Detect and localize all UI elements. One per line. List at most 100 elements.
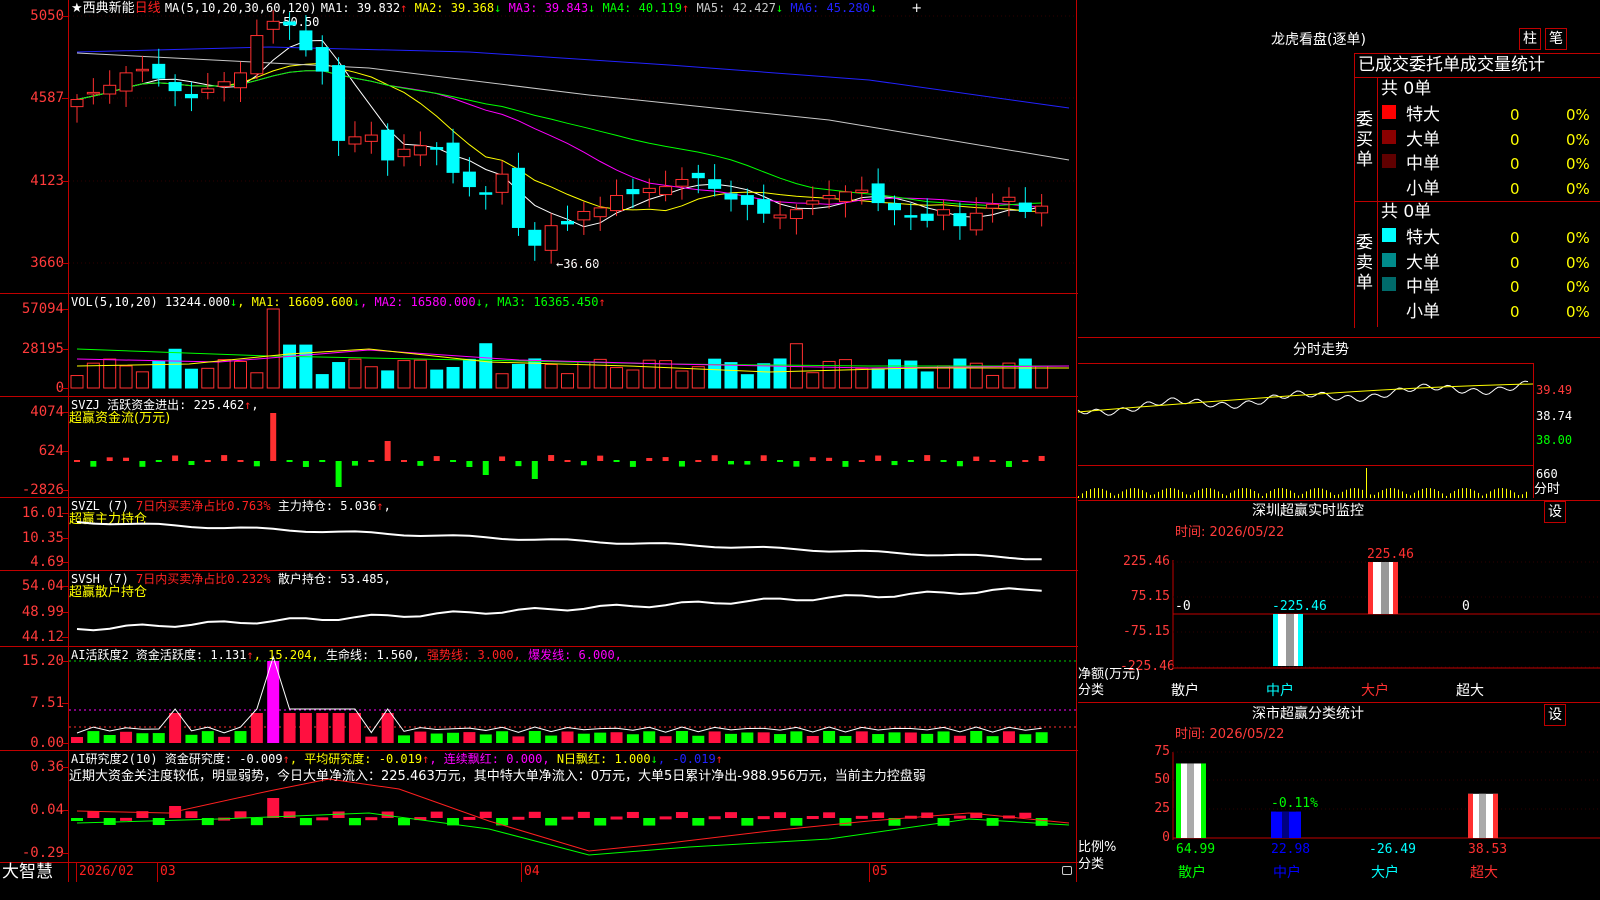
intraday-axis-0: 39.49 bbox=[1536, 383, 1573, 397]
buy-value-3: 0 bbox=[1510, 179, 1520, 198]
ai-active-bar bbox=[741, 732, 754, 743]
volume-bars bbox=[70, 308, 1049, 389]
candlestick-chart[interactable] bbox=[69, 0, 1076, 293]
intraday-vol-bar bbox=[1178, 489, 1179, 498]
volume-bar bbox=[299, 344, 313, 389]
svzj-bar bbox=[123, 457, 130, 461]
svzj-bar bbox=[221, 455, 228, 461]
ai-active-chart[interactable] bbox=[69, 647, 1076, 750]
intraday-vol-bar bbox=[1358, 488, 1359, 498]
intraday-vol-bar bbox=[1186, 494, 1187, 498]
ai-research-bar bbox=[626, 811, 639, 818]
sz-monitor-axis-2: -75.15 bbox=[1123, 624, 1170, 639]
candle bbox=[953, 202, 967, 240]
svzj-dash bbox=[940, 460, 947, 462]
air-axis-tick-2 bbox=[62, 853, 68, 854]
air-axis-label-0: 0.36 bbox=[30, 759, 64, 775]
ai-research-bar bbox=[806, 816, 819, 820]
sell-swatch-0 bbox=[1382, 228, 1396, 242]
intraday-vol-bar bbox=[1154, 494, 1155, 498]
intraday-vol-bar bbox=[1090, 489, 1091, 498]
bar-mode-button[interactable]: 柱 bbox=[1519, 28, 1541, 50]
ai-research-bar bbox=[594, 818, 607, 826]
ai-active-bar bbox=[528, 731, 541, 743]
ai-research-bar bbox=[87, 811, 100, 818]
vol-axis-label-0: 57094 bbox=[21, 301, 64, 317]
svzj-dash bbox=[74, 460, 80, 462]
intraday-chart[interactable] bbox=[1077, 364, 1534, 498]
sz-class-bar-value: 64.99 bbox=[1176, 842, 1215, 857]
svzl-chart[interactable] bbox=[69, 498, 1076, 570]
stroke-mode-button[interactable]: 笔 bbox=[1545, 28, 1567, 50]
buy-name-1: 大单 bbox=[1406, 129, 1440, 150]
intraday-vol-bar bbox=[1234, 490, 1235, 498]
date-label-3: 05 bbox=[872, 864, 888, 879]
svzl-axis-tick-2 bbox=[62, 562, 68, 563]
ai-research-bar bbox=[316, 817, 329, 821]
ai-active-line bbox=[76, 655, 1042, 734]
bar-edge bbox=[1493, 793, 1498, 838]
intraday-vol-bar bbox=[1242, 488, 1243, 498]
svsh-chart[interactable] bbox=[69, 571, 1076, 646]
svsh-axis-label-0: 54.04 bbox=[21, 578, 64, 594]
volume-chart[interactable] bbox=[69, 294, 1076, 396]
intraday-vol-bar bbox=[1214, 489, 1215, 498]
intraday-vol-bar bbox=[1414, 492, 1415, 498]
svzj-chart[interactable] bbox=[69, 397, 1076, 497]
intraday-vol-bar bbox=[1294, 492, 1295, 498]
ai-research-chart[interactable] bbox=[69, 751, 1076, 862]
ai-axis-tick-0 bbox=[62, 661, 68, 662]
svzj-dash bbox=[237, 460, 244, 462]
intraday-vol-bar bbox=[1138, 488, 1139, 498]
ai-research-bar bbox=[1035, 818, 1048, 826]
ai-active-bar bbox=[218, 736, 231, 743]
intraday-vol-bar bbox=[1098, 488, 1099, 498]
buy-row-2: 中单 0 0% bbox=[1378, 150, 1600, 174]
svsh-axis-tick-0 bbox=[62, 586, 68, 587]
intraday-vol-bar bbox=[1410, 495, 1411, 498]
sz-monitor-settings-button[interactable]: 设 bbox=[1544, 501, 1566, 523]
bar-edge bbox=[1273, 614, 1278, 666]
intraday-vol-bar bbox=[1426, 488, 1427, 498]
svzj-bar bbox=[351, 461, 358, 466]
volume-bar bbox=[479, 343, 493, 389]
intraday-vol-bar bbox=[1526, 491, 1527, 498]
volume-bar bbox=[234, 360, 247, 389]
sz-class-mark: -0.11% bbox=[1271, 796, 1318, 811]
sz-class-cat-2: 大户 bbox=[1371, 865, 1399, 881]
sz-class-bar bbox=[1176, 763, 1206, 838]
buy-value-1: 0 bbox=[1510, 130, 1520, 149]
ai-axis-label-1: 7.51 bbox=[30, 695, 64, 711]
bar-shade bbox=[1187, 763, 1194, 838]
intraday-vol-bar bbox=[1082, 493, 1083, 498]
ai-active-bar bbox=[430, 733, 443, 743]
ai-active-bar bbox=[332, 713, 345, 743]
intraday-vol-bar bbox=[1346, 489, 1347, 498]
bar-edge bbox=[1468, 793, 1473, 838]
sell-name-2: 中单 bbox=[1406, 277, 1440, 297]
intraday-avg-line bbox=[1077, 383, 1534, 413]
sz-class-settings-button[interactable]: 设 bbox=[1544, 704, 1566, 726]
intraday-vol-bar bbox=[1222, 493, 1223, 498]
svsh-line bbox=[76, 587, 1042, 632]
buy-swatch-3 bbox=[1382, 178, 1396, 193]
sz-class-chart[interactable]: 64.99 -0.11% 22.98 -26.49 38.53 bbox=[1172, 745, 1600, 860]
ai-research-bar bbox=[561, 816, 574, 820]
volume-bar bbox=[708, 358, 722, 389]
sz-monitor-chart[interactable]: -0 -225.46 225.46 0 bbox=[1172, 540, 1600, 685]
candle bbox=[642, 178, 656, 208]
intraday-vol-bar bbox=[1402, 491, 1403, 498]
sell-name-3: 小单 bbox=[1406, 301, 1440, 322]
ai-active-bar bbox=[120, 731, 133, 743]
intraday-vol-bar bbox=[1126, 489, 1127, 498]
main-chart-area[interactable]: ★西典新能日线 MA(5,10,20,30,60,120) MA1: 39.83… bbox=[0, 0, 1078, 882]
ai-active-bar bbox=[594, 732, 607, 743]
candle bbox=[986, 193, 1000, 223]
ai-research-bar bbox=[512, 816, 525, 820]
sz-class-time: 时间: 2026/05/22 bbox=[1175, 727, 1285, 742]
volume-bar bbox=[184, 368, 198, 389]
intraday-vol-bar bbox=[1386, 488, 1387, 498]
ai-active-bar bbox=[937, 731, 950, 743]
lock-icon[interactable] bbox=[1062, 866, 1072, 875]
candle bbox=[315, 35, 329, 85]
